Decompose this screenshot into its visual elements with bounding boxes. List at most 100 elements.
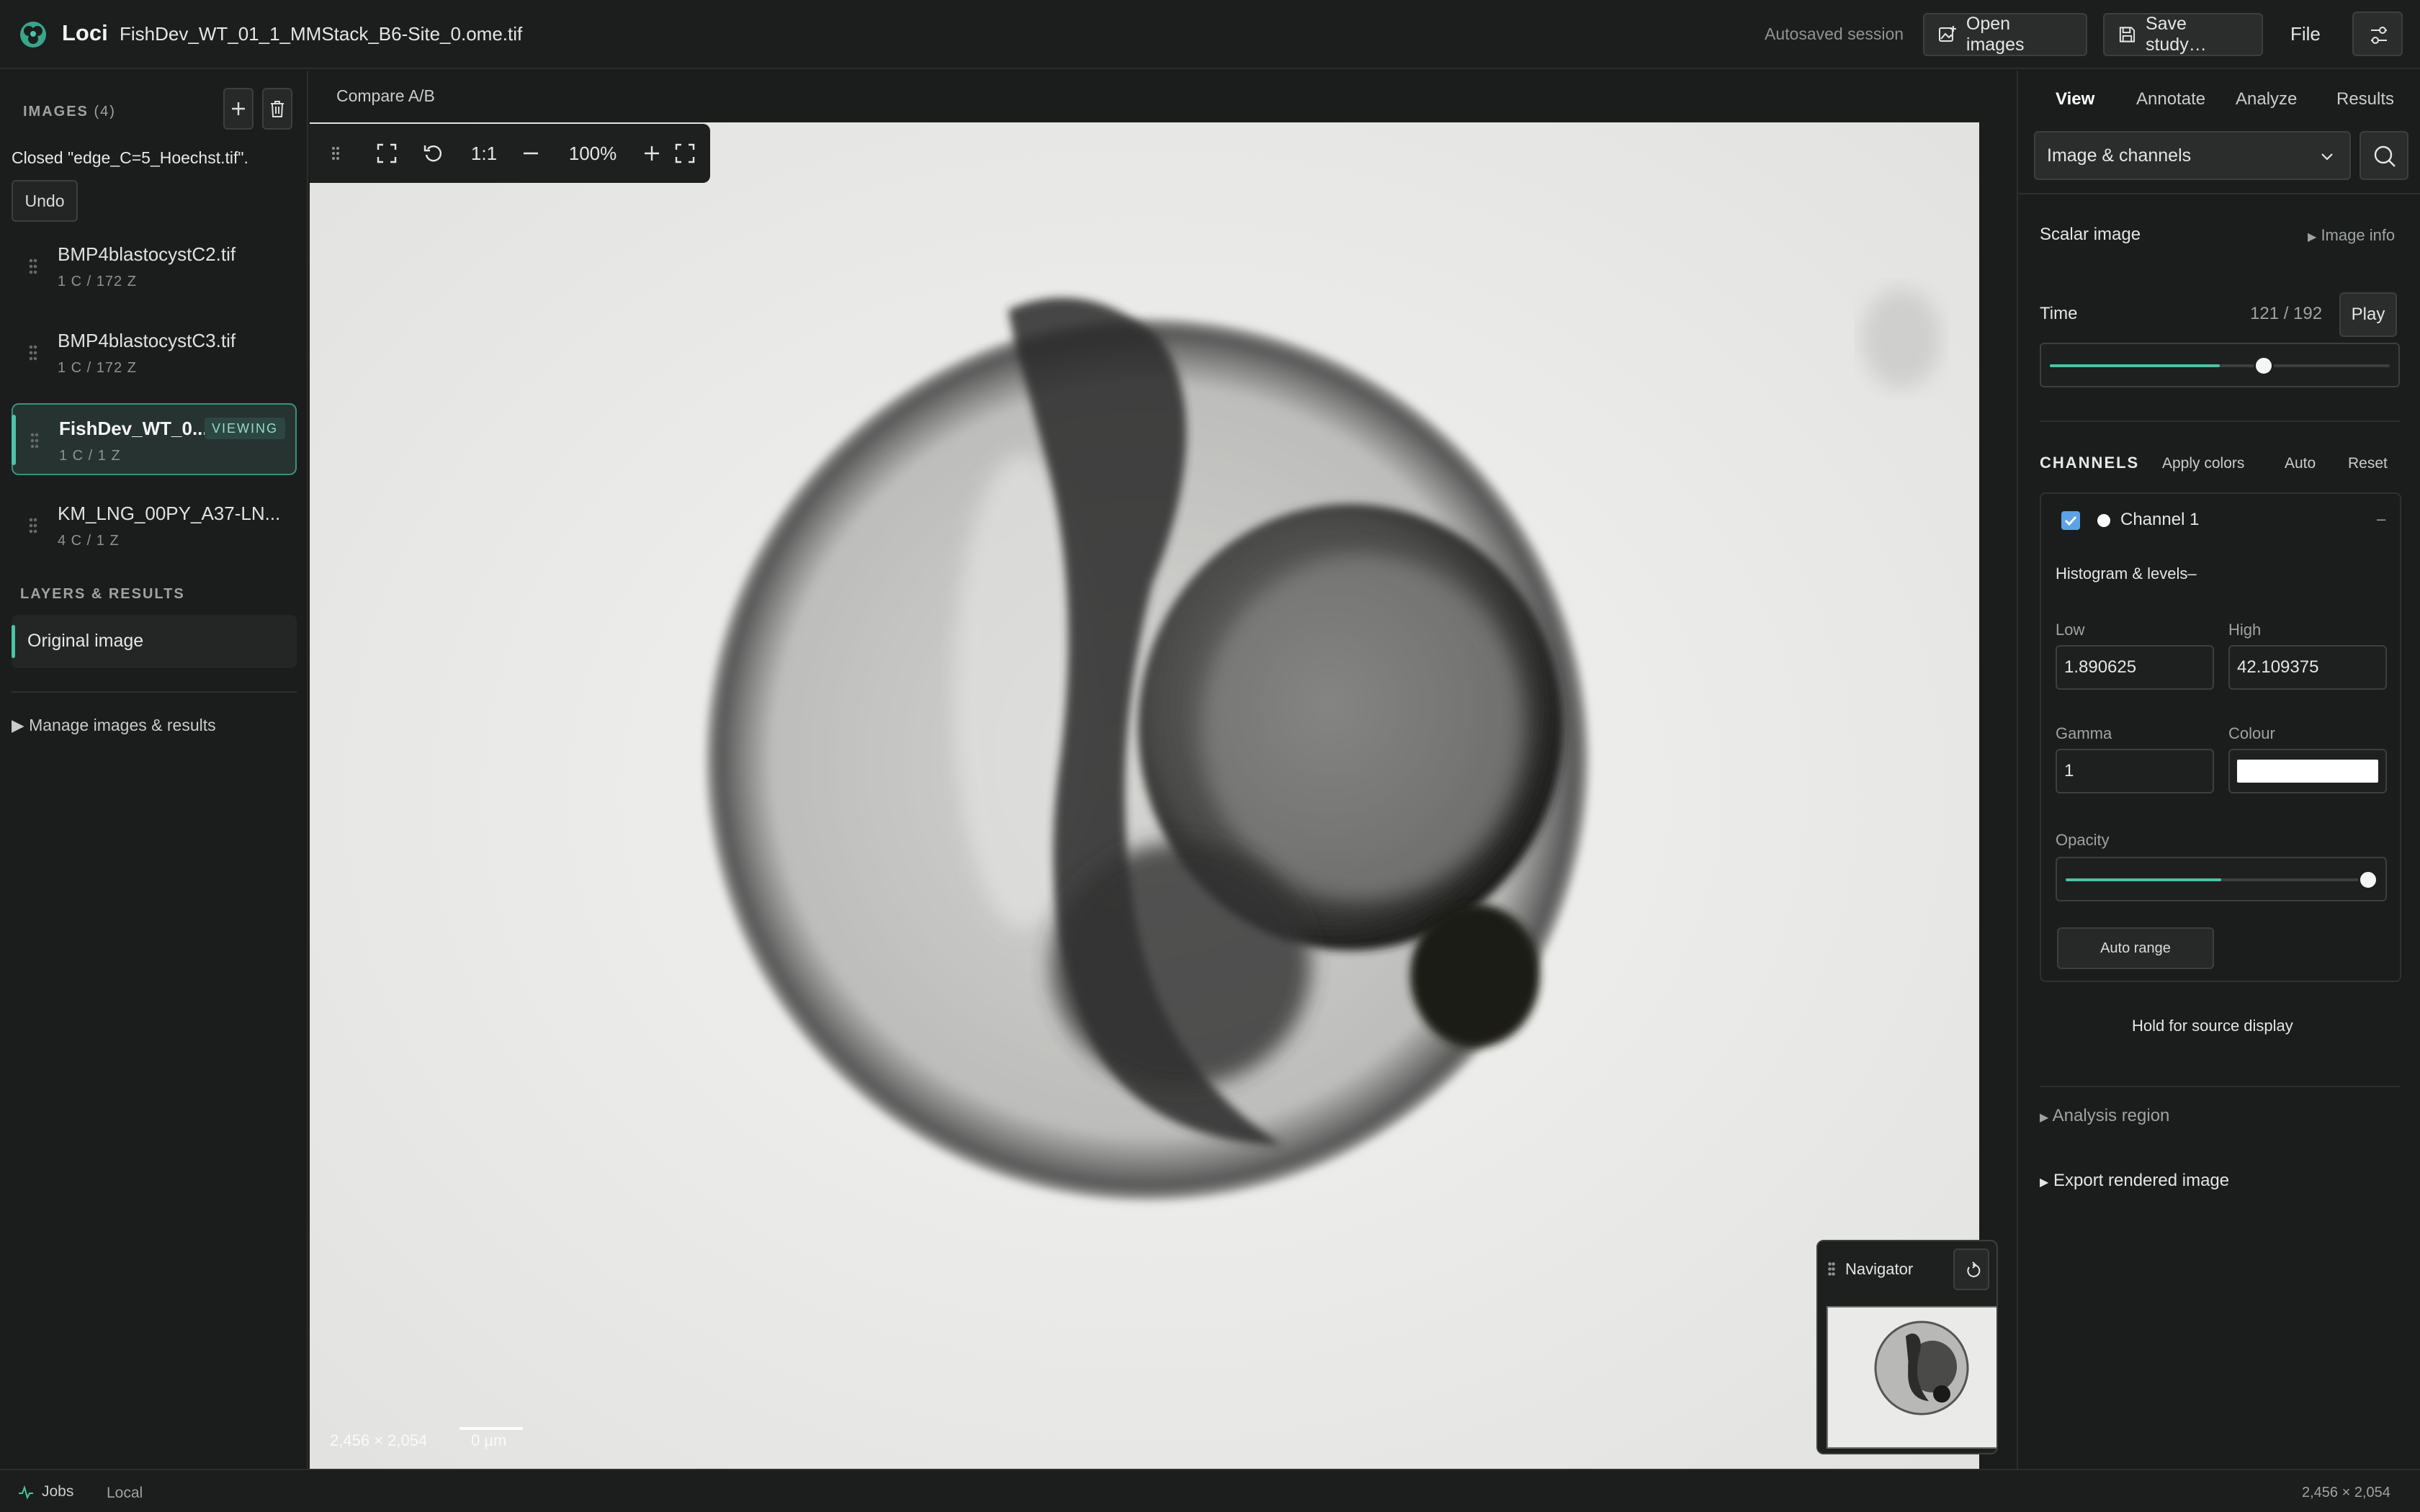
auto-range-button[interactable]: Auto range — [2057, 927, 2214, 969]
jobs-button[interactable]: Jobs — [17, 1483, 73, 1500]
channel-name: Channel 1 — [2120, 510, 2200, 529]
save-icon — [2119, 27, 2136, 42]
hold-source-display[interactable]: Hold for source display — [2132, 1017, 2293, 1035]
image-name: FishDev_WT_0... — [59, 418, 208, 439]
search-button[interactable] — [2360, 131, 2408, 180]
analysis-region-toggle[interactable]: ▶ Analysis region — [2040, 1106, 2169, 1126]
time-label: Time — [2040, 304, 2078, 323]
navigator-reset-button[interactable] — [1953, 1248, 1989, 1290]
viewing-badge: VIEWING — [205, 418, 286, 439]
high-input[interactable]: 42.109375 — [2228, 645, 2387, 690]
drag-handle-icon[interactable] — [30, 432, 39, 449]
image-item[interactable]: BMP4blastocystC2.tif 1 C / 172 Z — [12, 230, 297, 302]
tab-results[interactable]: Results — [2336, 89, 2394, 109]
navigator-thumbnail[interactable] — [1827, 1306, 1996, 1449]
fullscreen-icon[interactable] — [667, 124, 703, 183]
image-item-active[interactable]: FishDev_WT_0... VIEWING 1 C / 1 Z — [12, 403, 297, 475]
fit-view-icon[interactable] — [369, 124, 405, 183]
triangle-right-icon: ▶ — [2308, 231, 2317, 243]
app-name: Loci — [62, 20, 108, 45]
images-sidebar: IMAGES (4) Closed "edge_C=5_Hoechst.tif"… — [0, 71, 308, 1469]
channel-card: Channel 1 – Histogram & levels– Low High… — [2040, 492, 2401, 982]
drag-handle-icon[interactable] — [29, 258, 37, 275]
time-slider[interactable] — [2040, 343, 2400, 387]
slider-track — [2050, 356, 2390, 376]
slider-thumb[interactable] — [2358, 870, 2378, 890]
play-button[interactable]: Play — [2339, 292, 2397, 337]
drag-handle-icon[interactable] — [29, 517, 37, 534]
apply-colors-button[interactable]: Apply colors — [2162, 455, 2244, 472]
add-image-button[interactable] — [223, 88, 254, 130]
tab-analyze[interactable]: Analyze — [2236, 89, 2297, 109]
divider — [12, 691, 297, 693]
channel-visibility-checkbox[interactable] — [2061, 511, 2080, 530]
slider-thumb[interactable] — [2254, 356, 2275, 376]
slider-fill — [2066, 878, 2221, 881]
images-heading: IMAGES — [23, 104, 89, 120]
top-bar: Loci FishDev_WT_01_1_MMStack_B6-Site_0.o… — [0, 0, 2420, 69]
autosave-status: Autosaved session — [1765, 24, 1904, 43]
image-item[interactable]: BMP4blastocystC3.tif 1 C / 172 Z — [12, 317, 297, 389]
image-meta: 1 C / 1 Z — [59, 448, 121, 464]
image-item[interactable]: KM_LNG_00PY_A37-LN... 4 C / 1 Z — [12, 490, 297, 562]
image-meta: 1 C / 172 Z — [58, 360, 137, 376]
save-study-button[interactable]: Save study… — [2103, 13, 2263, 56]
save-study-label: Save study… — [2145, 14, 2207, 55]
manage-images-toggle[interactable]: ▶ Manage images & results — [12, 716, 216, 735]
local-label: Local — [107, 1485, 143, 1501]
view-mode-select[interactable]: Image & channels — [2034, 131, 2351, 180]
viewer-toolbar: 1:1 100% — [310, 124, 710, 183]
image-canvas[interactable]: 2,456 × 2,054 0 µm — [310, 122, 1979, 1469]
delete-image-button[interactable] — [262, 88, 292, 130]
auto-button[interactable]: Auto — [2285, 455, 2316, 472]
zoom-in-icon[interactable] — [634, 124, 670, 183]
check-icon — [2064, 516, 2077, 526]
image-info-toggle[interactable]: ▶ Image info — [2308, 226, 2395, 245]
drag-handle-icon[interactable] — [29, 344, 37, 361]
closed-message: Closed "edge_C=5_Hoechst.tif". — [12, 148, 248, 167]
channel-collapse-button[interactable]: – — [2377, 510, 2385, 528]
time-value: 121 / 192 — [2250, 304, 2323, 323]
tab-view[interactable]: View — [2056, 89, 2094, 109]
undo-button[interactable]: Undo — [12, 180, 78, 222]
status-bar: Jobs Local 2,456 × 2,054 — [0, 1469, 2420, 1512]
image-dimensions-label: 2,456 × 2,054 — [330, 1431, 428, 1449]
images-count: (4) — [94, 104, 116, 120]
low-input[interactable]: 1.890625 — [2056, 645, 2214, 690]
actual-size-button[interactable]: 1:1 — [462, 124, 506, 183]
image-meta: 4 C / 1 Z — [58, 533, 120, 549]
navigator-panel[interactable]: Navigator — [1816, 1240, 1998, 1454]
slider-track — [2066, 870, 2378, 890]
colour-picker[interactable] — [2228, 749, 2387, 793]
loci-logo-icon — [20, 22, 46, 48]
image-name: KM_LNG_00PY_A37-LN... — [58, 503, 281, 524]
opacity-slider[interactable] — [2056, 857, 2387, 901]
rotate-icon[interactable] — [415, 124, 451, 183]
open-image-icon — [1938, 26, 1956, 42]
reset-button[interactable]: Reset — [2348, 455, 2388, 472]
plus-icon — [232, 102, 245, 115]
gamma-input[interactable]: 1 — [2056, 749, 2214, 793]
divider — [2040, 1086, 2400, 1087]
toolbar-grip-icon[interactable] — [328, 124, 343, 183]
slider-fill — [2050, 364, 2220, 367]
status-dimensions: 2,456 × 2,054 — [2302, 1485, 2390, 1500]
zoom-out-icon[interactable] — [513, 124, 549, 183]
tab-annotate[interactable]: Annotate — [2136, 89, 2205, 109]
image-name: BMP4blastocystC3.tif — [58, 330, 236, 351]
export-rendered-toggle[interactable]: ▶ Export rendered image — [2040, 1171, 2229, 1191]
histogram-toggle[interactable]: Histogram & levels– — [2056, 564, 2197, 583]
refresh-icon — [1967, 1261, 1981, 1277]
triangle-right-icon: ▶ — [2040, 1176, 2049, 1189]
settings-button[interactable] — [2352, 12, 2403, 56]
layer-label: Original image — [27, 631, 144, 651]
scale-bar — [460, 1427, 523, 1430]
open-file-name: FishDev_WT_01_1_MMStack_B6-Site_0.ome.ti… — [120, 23, 523, 45]
file-menu[interactable]: File — [2290, 23, 2321, 45]
colour-swatch — [2237, 760, 2378, 783]
layer-item[interactable]: Original image — [12, 615, 297, 668]
compare-ab-button[interactable]: Compare A/B — [336, 86, 435, 106]
navigator-grip-icon[interactable] — [1828, 1261, 1835, 1276]
image-viewer: Compare A/B 2,456 × 2,054 0 µm 1:1 100% … — [310, 71, 2017, 1469]
open-images-button[interactable]: Open images — [1923, 13, 2087, 56]
